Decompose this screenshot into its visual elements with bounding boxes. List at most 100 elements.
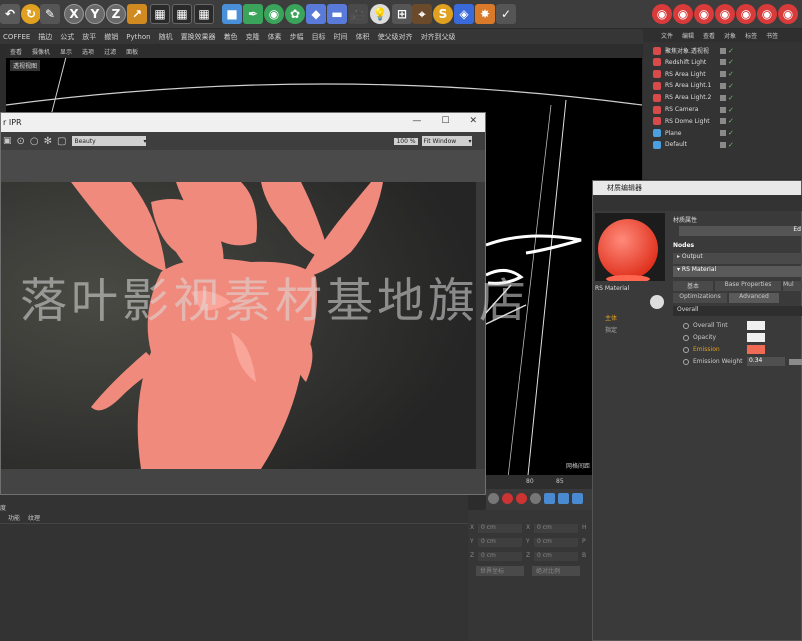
fit-dropdown[interactable]: Fit Window ▾ [421, 136, 472, 146]
color-swatch[interactable] [747, 321, 765, 330]
viewport-menu-item[interactable]: 摄像机 [32, 47, 50, 56]
enable-check-icon[interactable]: ✓ [728, 106, 734, 114]
object-row[interactable]: RS Area Light.2 ✓ [643, 92, 802, 103]
scale-mode-dropdown[interactable]: 绝对比例 [532, 566, 580, 576]
rs-material-icon[interactable]: ◉ [757, 4, 777, 24]
floor-icon[interactable]: ▬ [327, 4, 347, 24]
visibility-toggle[interactable] [720, 141, 726, 148]
menu-item[interactable]: 体积 [356, 32, 370, 42]
menu-item[interactable]: 对齐到父级 [421, 32, 456, 42]
render-picture-icon[interactable]: ▦ [172, 4, 192, 24]
position-input[interactable]: 0 cm [478, 538, 522, 547]
frame-icon[interactable]: ▢ [57, 136, 66, 147]
viewport-menu-item[interactable]: 过滤 [104, 47, 116, 56]
object-row[interactable]: Plane ✓ [643, 128, 802, 139]
visibility-toggle[interactable] [720, 94, 726, 101]
side-label-main[interactable]: 主体 [605, 313, 617, 322]
menu-item[interactable]: 撤销 [104, 32, 118, 42]
autokey-icon[interactable] [516, 493, 527, 504]
object-row[interactable]: RS Area Light ✓ [643, 69, 802, 80]
cube-icon[interactable]: ■ [222, 4, 242, 24]
tab-optimizations[interactable]: Optimizations [673, 293, 727, 303]
tab-multi[interactable]: Mul [783, 281, 802, 291]
menu-item[interactable]: 公式 [60, 32, 74, 42]
settings-icon[interactable]: ✻ [44, 136, 52, 147]
menu-item[interactable]: Python [126, 33, 150, 41]
object-row[interactable]: 聚焦对象.透视视 ✓ [643, 45, 802, 56]
tool-icon[interactable]: ✓ [496, 4, 516, 24]
menu-item[interactable]: 着色 [224, 32, 238, 42]
object-row[interactable]: Default ✓ [643, 139, 802, 150]
scale-key-icon[interactable] [572, 493, 583, 504]
record-icon[interactable] [502, 493, 513, 504]
enable-check-icon[interactable]: ✓ [728, 117, 734, 125]
enable-check-icon[interactable]: ✓ [728, 141, 734, 149]
objmgr-menu-item[interactable]: 文件 [661, 31, 673, 40]
light-icon[interactable]: 💡 [370, 4, 390, 24]
script-icon[interactable]: S [433, 4, 453, 24]
tab-base-properties[interactable]: Base Properties [715, 281, 781, 291]
menu-item[interactable]: 随机 [159, 32, 173, 42]
visibility-toggle[interactable] [720, 47, 726, 54]
rs-material-node-row[interactable]: ▾ RS Material [673, 266, 802, 277]
enable-check-icon[interactable]: ✓ [728, 47, 734, 55]
close-icon[interactable]: ✕ [469, 116, 477, 126]
enable-check-icon[interactable]: ✓ [728, 94, 734, 102]
timeline-ruler[interactable]: 80 85 [486, 475, 592, 489]
camera-icon[interactable]: ⊙ [17, 136, 25, 147]
key-icon[interactable] [488, 493, 499, 504]
menu-item[interactable]: 目标 [312, 32, 326, 42]
emission-weight-slider[interactable] [789, 358, 802, 365]
node-editor-icon[interactable] [650, 295, 664, 309]
viewport-menu-item[interactable]: 显示 [60, 47, 72, 56]
object-row[interactable]: RS Area Light.1 ✓ [643, 80, 802, 91]
enable-check-icon[interactable]: ✓ [728, 58, 734, 66]
menu-item[interactable]: 使父级对齐 [378, 32, 413, 42]
snapshot-icon[interactable]: ▣ [3, 136, 12, 146]
snap-icon[interactable]: ⌖ [412, 4, 432, 24]
object-row[interactable]: Redshift Light ✓ [643, 57, 802, 68]
edit-button[interactable]: Ed [679, 226, 802, 236]
rs-render-icon[interactable]: ◉ [652, 4, 672, 24]
panel-tab[interactable]: 纹理 [28, 513, 40, 522]
visibility-toggle[interactable] [720, 71, 726, 78]
overall-group[interactable]: Overall [673, 306, 802, 316]
menu-item[interactable]: 克隆 [246, 32, 260, 42]
rotate-key-icon[interactable] [558, 493, 569, 504]
param-radio-icon[interactable] [683, 346, 689, 353]
output-node-row[interactable]: ▸ Output [673, 253, 802, 264]
menu-item[interactable]: 放平 [82, 32, 96, 42]
param-radio-icon[interactable] [683, 334, 689, 341]
subdivision-icon[interactable]: ◉ [264, 4, 284, 24]
position-input[interactable]: 0 cm [478, 524, 522, 533]
undo-icon[interactable]: ↶ [0, 4, 20, 24]
visibility-toggle[interactable] [720, 118, 726, 125]
tab-basic[interactable]: 基本 [673, 281, 713, 291]
color-swatch[interactable] [747, 333, 765, 342]
objmgr-menu-item[interactable]: 编辑 [682, 31, 694, 40]
rs-light-icon[interactable]: ◉ [715, 4, 735, 24]
render-view-icon[interactable]: ▦ [150, 4, 170, 24]
plugin-icon[interactable]: ◈ [454, 4, 474, 24]
maximize-icon[interactable]: ☐ [441, 116, 449, 126]
size-input[interactable]: 0 cm [534, 524, 578, 533]
enable-check-icon[interactable]: ✓ [728, 129, 734, 137]
live-select-icon[interactable]: ✎ [40, 4, 60, 24]
scene-icon[interactable]: ✸ [475, 4, 495, 24]
render-settings-icon[interactable]: ▦ [194, 4, 214, 24]
color-swatch[interactable] [747, 345, 765, 354]
zoom-value[interactable]: 100 % [394, 137, 418, 145]
enable-check-icon[interactable]: ✓ [728, 82, 734, 90]
coord-system-dropdown[interactable]: 世界坐标 [476, 566, 524, 576]
stop-icon[interactable]: ○ [30, 136, 39, 147]
param-radio-icon[interactable] [683, 358, 689, 365]
objmgr-menu-item[interactable]: 标签 [745, 31, 757, 40]
y-axis-icon[interactable]: Y [85, 4, 105, 24]
coordinate-system-icon[interactable]: ↗ [127, 4, 147, 24]
visibility-toggle[interactable] [720, 130, 726, 137]
cloner-icon[interactable]: ✿ [285, 4, 305, 24]
pen-icon[interactable]: ✒ [243, 4, 263, 24]
rs-camera-icon[interactable]: ◉ [694, 4, 714, 24]
menu-item[interactable]: 体素 [268, 32, 282, 42]
menu-item[interactable]: 时间 [334, 32, 348, 42]
